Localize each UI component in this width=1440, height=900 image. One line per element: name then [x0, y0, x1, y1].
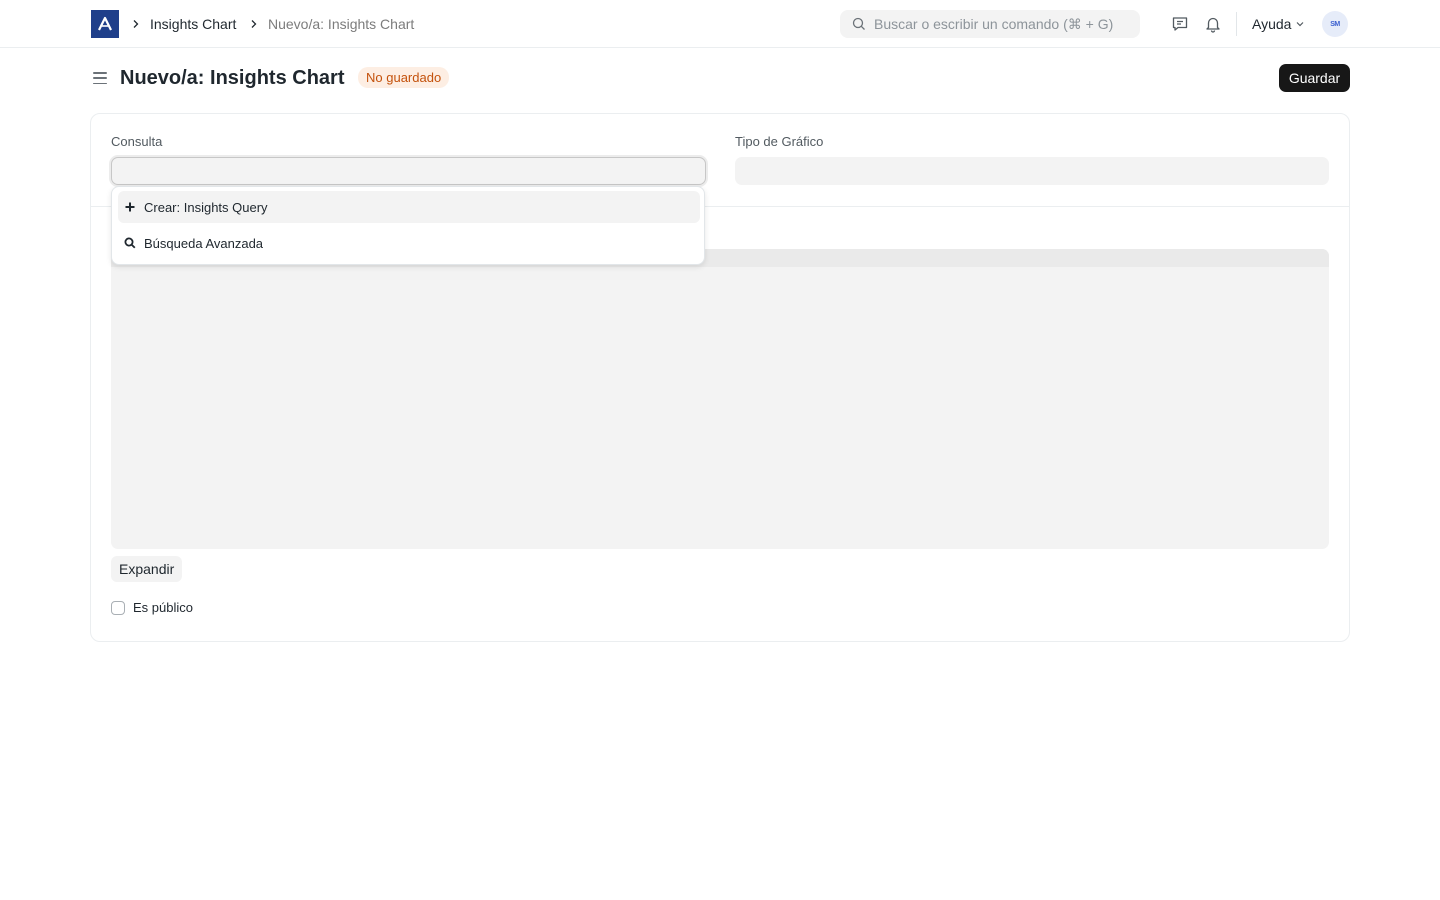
dropdown-item-create-query[interactable]: Crear: Insights Query — [118, 191, 700, 223]
is-public-label: Es público — [133, 600, 193, 615]
plus-icon — [124, 201, 136, 213]
dropdown-item-advanced-search[interactable]: Búsqueda Avanzada — [118, 227, 700, 259]
save-button[interactable]: Guardar — [1279, 64, 1350, 92]
bell-icon[interactable] — [1203, 14, 1223, 34]
dropdown-item-label: Crear: Insights Query — [144, 199, 268, 215]
dropdown-item-label: Búsqueda Avanzada — [144, 235, 264, 251]
sidebar-toggle-icon[interactable] — [91, 69, 109, 87]
help-menu[interactable]: Ayuda — [1252, 15, 1305, 33]
chart-type-label: Tipo de Gráfico — [735, 134, 824, 149]
breadcrumb-current[interactable]: Nuevo/a: Insights Chart — [268, 15, 414, 33]
search-input[interactable] — [874, 16, 1134, 32]
navbar-divider — [1236, 12, 1237, 36]
app-logo[interactable] — [91, 10, 119, 38]
chevron-down-icon — [1297, 22, 1304, 27]
help-label: Ayuda — [1252, 16, 1292, 32]
query-dropdown: Crear: Insights Query Búsqueda Avanzada — [111, 186, 705, 265]
is-public-checkbox[interactable] — [111, 601, 125, 615]
page-title: Nuevo/a: Insights Chart — [120, 67, 345, 89]
search-icon — [852, 17, 865, 30]
expand-button[interactable]: Expandir — [111, 556, 183, 582]
is-public-field[interactable]: Es público — [111, 600, 193, 616]
logo-icon — [98, 16, 112, 31]
status-badge: No guardado — [358, 67, 450, 88]
query-input[interactable] — [111, 157, 706, 185]
chevron-right-icon — [128, 16, 144, 32]
chart-type-select[interactable] — [735, 157, 1329, 185]
search-icon — [124, 237, 136, 249]
chevron-right-icon — [246, 16, 262, 32]
avatar[interactable]: SM — [1322, 11, 1348, 37]
chat-icon[interactable] — [1170, 14, 1190, 34]
code-editor[interactable] — [111, 249, 1329, 549]
breadcrumb-insights-chart[interactable]: Insights Chart — [150, 15, 236, 33]
search-bar[interactable] — [840, 10, 1140, 38]
query-label: Consulta — [111, 134, 163, 149]
navbar: Insights Chart Nuevo/a: Insights Chart A… — [0, 0, 1440, 48]
